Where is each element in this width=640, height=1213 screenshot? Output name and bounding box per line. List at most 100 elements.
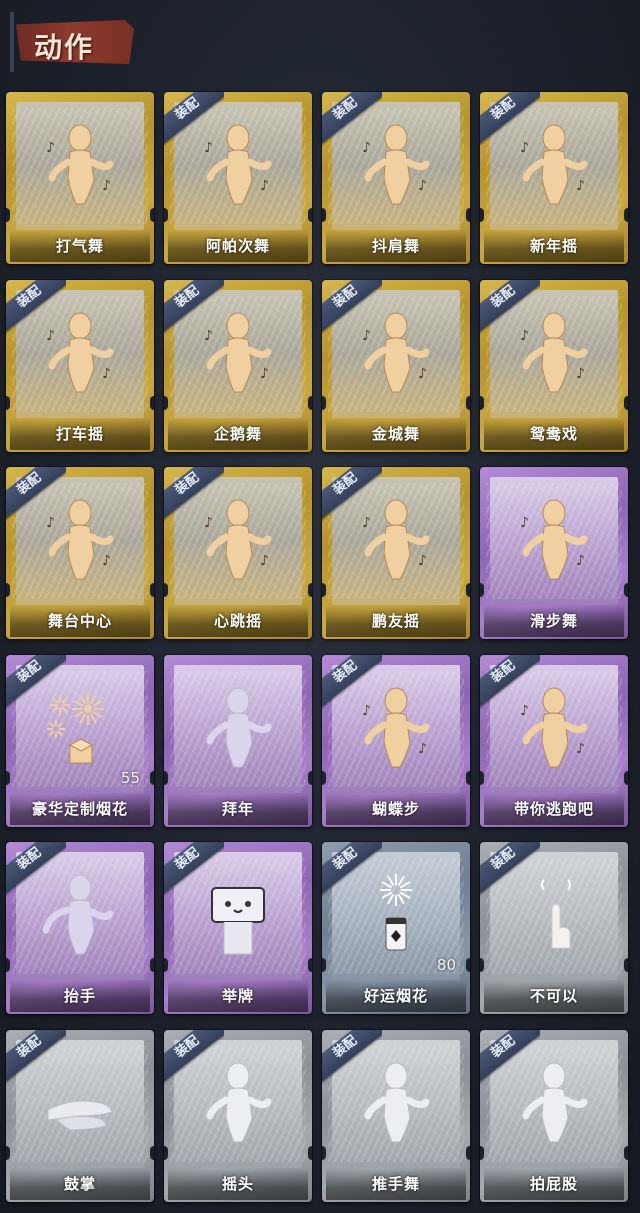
svg-text:♪: ♪ (576, 553, 585, 569)
dance-figure-icon: ♪ ♪ (40, 120, 120, 210)
card-notch (6, 958, 10, 972)
equipped-badge: 装配 (322, 655, 382, 715)
equipped-badge: 装配 (322, 92, 382, 152)
emote-card[interactable]: ♪ ♪ 蝴蝶步 装配 (322, 655, 470, 827)
card-notch (150, 771, 154, 785)
card-notch (322, 208, 326, 222)
item-count: 80 (436, 956, 456, 974)
svg-text:♪: ♪ (576, 741, 585, 757)
emote-card[interactable]: ♪ ♪ 鹏友摇 装配 (322, 467, 470, 639)
svg-text:♪: ♪ (46, 140, 55, 156)
card-notch (322, 771, 326, 785)
emote-name: 抖肩舞 (371, 237, 420, 255)
emote-name: 阿帕次舞 (205, 237, 270, 255)
emote-name: 鸳鸯戏 (529, 425, 578, 443)
emote-collection-page: 动作 ♪ ♪ 打气舞 ♪ ♪ 阿帕次舞 装配 ♪ ♪ 抖肩舞 装配 ♪ ♪ 新年… (0, 0, 640, 1213)
svg-text:♪: ♪ (260, 178, 269, 194)
svg-text:♪: ♪ (520, 515, 529, 531)
card-notch (150, 396, 154, 410)
equipped-badge: 装配 (6, 655, 66, 715)
equipped-badge: 装配 (322, 280, 382, 340)
card-notch (164, 208, 168, 222)
card-notch (164, 396, 168, 410)
card-notch (322, 583, 326, 597)
svg-text:♪: ♪ (418, 553, 427, 569)
emote-card[interactable]: 举牌 装配 (164, 842, 312, 1014)
svg-text:♪: ♪ (102, 553, 111, 569)
equipped-badge: 装配 (322, 467, 382, 527)
card-notch (466, 771, 470, 785)
equipped-badge: 装配 (164, 842, 224, 902)
card-notch (6, 208, 10, 222)
card-notch (466, 583, 470, 597)
emote-name: 抬手 (63, 987, 96, 1005)
svg-text:♪: ♪ (418, 178, 427, 194)
equipped-badge: 装配 (6, 467, 66, 527)
emote-card[interactable]: 鼓掌 装配 (6, 1030, 154, 1202)
card-notch (624, 958, 628, 972)
equipped-badge: 装配 (164, 1030, 224, 1090)
emote-card[interactable]: 抬手 装配 (6, 842, 154, 1014)
emote-card[interactable]: ♪ ♪ 滑步舞 (480, 467, 628, 639)
emote-card[interactable]: ♪ ♪ 鸳鸯戏 装配 (480, 280, 628, 452)
card-notch (308, 396, 312, 410)
card-notch (466, 208, 470, 222)
emote-name: 鹏友摇 (371, 612, 420, 630)
card-notch (624, 1146, 628, 1160)
card-notch (466, 396, 470, 410)
emote-name: 拍屁股 (529, 1175, 578, 1193)
emote-card[interactable]: 拍屁股 装配 (480, 1030, 628, 1202)
card-notch (308, 208, 312, 222)
card-notch (624, 583, 628, 597)
card-notch (624, 208, 628, 222)
card-notch (164, 583, 168, 597)
card-notch (164, 771, 168, 785)
emote-card[interactable]: 推手舞 装配 (322, 1030, 470, 1202)
emote-name: 带你逃跑吧 (513, 800, 594, 818)
emote-card[interactable]: 不可以 装配 (480, 842, 628, 1014)
card-notch (150, 208, 154, 222)
card-notch (322, 1146, 326, 1160)
emote-card[interactable]: ♪ ♪ 抖肩舞 装配 (322, 92, 470, 264)
item-count: 55 (120, 769, 140, 787)
emote-grid: ♪ ♪ 打气舞 ♪ ♪ 阿帕次舞 装配 ♪ ♪ 抖肩舞 装配 ♪ ♪ 新年摇 装配 (0, 0, 640, 1213)
card-notch (480, 396, 484, 410)
svg-text:♪: ♪ (418, 366, 427, 382)
emote-card[interactable]: ♪ ♪ 打车摇 装配 (6, 280, 154, 452)
emote-card[interactable]: ♪ ♪ 新年摇 装配 (480, 92, 628, 264)
emote-card[interactable]: ♪ ♪ 打气舞 (6, 92, 154, 264)
emote-name: 舞台中心 (47, 612, 112, 630)
emote-card[interactable]: ♪ ♪ 舞台中心 装配 (6, 467, 154, 639)
card-notch (480, 583, 484, 597)
card-notch (480, 958, 484, 972)
card-notch (480, 208, 484, 222)
emote-card[interactable]: ♪ ♪ 企鹅舞 装配 (164, 280, 312, 452)
svg-text:♪: ♪ (576, 366, 585, 382)
equipped-badge: 装配 (480, 92, 540, 152)
emote-card[interactable]: 80 好运烟花 装配 (322, 842, 470, 1014)
card-notch (150, 958, 154, 972)
emote-name: 蝴蝶步 (371, 800, 420, 818)
card-notch (6, 396, 10, 410)
emote-name: 摇头 (221, 1175, 254, 1193)
svg-text:♪: ♪ (102, 366, 111, 382)
equipped-badge: 装配 (164, 280, 224, 340)
emote-card[interactable]: ♪ ♪ 带你逃跑吧 装配 (480, 655, 628, 827)
emote-card[interactable]: 拜年 (164, 655, 312, 827)
emote-card[interactable]: 摇头 装配 (164, 1030, 312, 1202)
emote-name: 滑步舞 (529, 612, 578, 630)
emote-name: 打车摇 (55, 425, 104, 443)
card-notch (6, 771, 10, 785)
emote-name: 企鹅舞 (213, 425, 262, 443)
equipped-badge: 装配 (322, 842, 382, 902)
emote-card[interactable]: ♪ ♪ 阿帕次舞 装配 (164, 92, 312, 264)
card-notch (322, 396, 326, 410)
emote-name: 鼓掌 (63, 1175, 96, 1193)
emote-card[interactable]: ♪ ♪ 金城舞 装配 (322, 280, 470, 452)
card-notch (6, 1146, 10, 1160)
card-notch (466, 958, 470, 972)
emote-name: 推手舞 (371, 1175, 420, 1193)
emote-name: 拜年 (221, 800, 254, 818)
emote-card[interactable]: ♪ ♪ 心跳摇 装配 (164, 467, 312, 639)
emote-card[interactable]: 55 豪华定制烟花 装配 (6, 655, 154, 827)
